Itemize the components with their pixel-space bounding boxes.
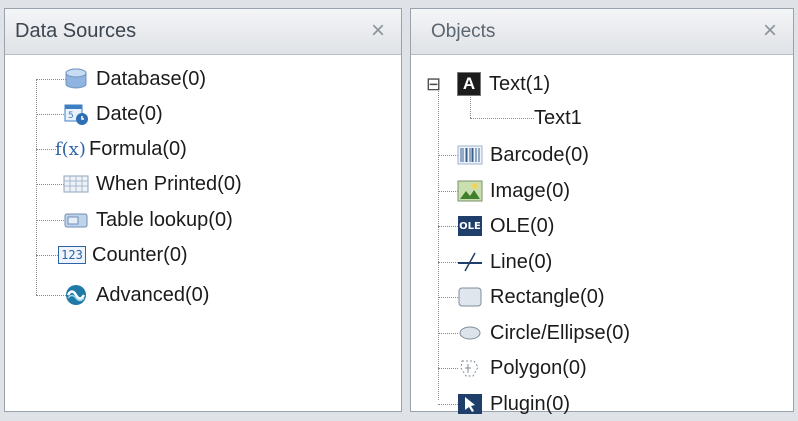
objects-titlebar: Objects × [411,9,793,55]
tree-item-label: Database(0) [96,67,207,90]
tree-item-label: Rectangle(0) [490,285,605,308]
tree-item-label: Line(0) [490,250,553,273]
rectangle-icon [457,285,483,309]
tree-item-text[interactable]: ⊟ A Text(1) [426,67,550,101]
tree-item-label: Polygon(0) [490,356,587,379]
objects-title: Objects [431,21,496,42]
tree-item-advanced[interactable]: Advanced(0) [63,278,209,312]
tree-item-barcode[interactable]: Barcode(0) [457,138,589,172]
ole-icon-text: OLE [458,216,482,236]
tree-item-label: Formula(0) [89,137,187,160]
tree-item-label: Advanced(0) [96,283,210,306]
data-sources-title: Data Sources [15,20,137,42]
tree-item-label: Image(0) [490,179,571,202]
objects-panel: Objects × ⊟ A Text(1) Text1 Barcode(0) I… [410,8,794,415]
objects-tree: ⊟ A Text(1) Text1 Barcode(0) Image(0) OL… [411,55,793,415]
text-icon-letter: A [457,72,481,96]
data-sources-panel: Data Sources × Database(0) 5 Date(0) f(x… [4,8,402,412]
tree-item-ellipse[interactable]: Circle/Ellipse(0) [457,316,630,350]
tree-item-text1[interactable]: Text1 [534,101,582,135]
close-icon[interactable]: × [763,16,777,46]
tree-item-label: Counter(0) [92,243,188,266]
tree-item-when-printed[interactable]: When Printed(0) [63,167,242,201]
tree-item-date[interactable]: 5 Date(0) [63,97,163,131]
tree-item-table-lookup[interactable]: Table lookup(0) [63,203,233,237]
polygon-icon [457,356,483,380]
tree-item-image[interactable]: Image(0) [457,174,570,208]
ellipse-icon [457,321,483,345]
tree-item-label: Date(0) [96,102,163,125]
grid-icon [63,172,89,196]
line-icon [457,250,483,274]
text-icon: A [456,72,482,96]
tree-item-database[interactable]: Database(0) [63,62,206,96]
data-sources-titlebar: Data Sources × [5,9,401,55]
calendar-icon: 5 [63,102,89,126]
tree-item-label: Circle/Ellipse(0) [490,321,631,344]
tree-item-label: Text(1) [489,72,551,95]
data-sources-tree: Database(0) 5 Date(0) f(x) Formula(0) Wh… [5,55,401,411]
tree-item-label: Plugin(0) [490,392,571,415]
database-icon [63,67,89,91]
collapse-icon[interactable]: ⊟ [426,74,444,95]
tree-item-polygon[interactable]: Polygon(0) [457,351,587,385]
plugin-icon [457,392,483,416]
tree-item-formula[interactable]: f(x) Formula(0) [55,132,187,166]
tree-item-counter[interactable]: 123 Counter(0) [57,238,188,272]
tree-child-label: Text1 [534,106,582,129]
close-icon[interactable]: × [371,16,385,46]
tree-item-rectangle[interactable]: Rectangle(0) [457,280,605,314]
counter-icon-text: 123 [58,246,86,264]
tree-item-ole[interactable]: OLE OLE(0) [457,209,554,243]
tree-item-label: Table lookup(0) [96,208,233,231]
tree-item-plugin[interactable]: Plugin(0) [457,387,570,421]
formula-icon: f(x) [55,137,89,161]
ole-icon: OLE [457,214,483,238]
table-lookup-icon [63,208,89,232]
tree-item-line[interactable]: Line(0) [457,245,552,279]
tree-item-label: Barcode(0) [490,143,589,166]
tree-item-label: OLE(0) [490,214,555,237]
advanced-icon [63,283,89,307]
formula-icon-text: f(x) [55,138,86,160]
tree-item-label: When Printed(0) [96,172,242,195]
svg-text:5: 5 [68,111,74,121]
counter-icon: 123 [57,243,87,267]
image-icon [457,179,483,203]
barcode-icon [457,143,483,167]
